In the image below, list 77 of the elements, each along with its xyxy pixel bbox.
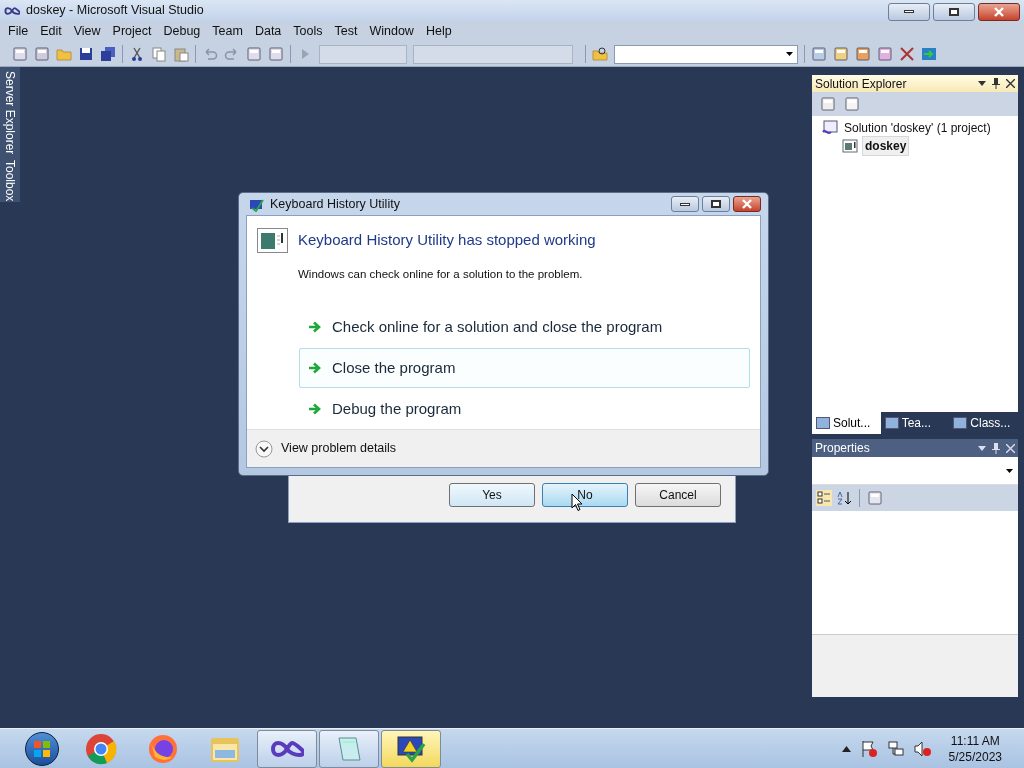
- solution-icon: [822, 120, 838, 136]
- start-page-icon[interactable]: [921, 46, 937, 62]
- browser-icon: [85, 732, 117, 765]
- close-button[interactable]: [733, 196, 761, 213]
- panel-tab[interactable]: Tea...: [880, 412, 950, 434]
- warning-monitor-icon: [395, 733, 427, 764]
- flag-error-icon[interactable]: [859, 739, 878, 758]
- find-folder-icon[interactable]: [592, 46, 608, 62]
- menu-item[interactable]: File: [2, 22, 35, 41]
- command-link[interactable]: Check online for a solution and close the program: [299, 307, 750, 347]
- panel-title: Properties: [815, 440, 870, 457]
- window-title: doskey - Microsoft Visual Studio: [26, 2, 204, 20]
- windows-logo-icon: [33, 739, 51, 758]
- panel-tab[interactable]: Class...: [949, 412, 1018, 434]
- menu-item[interactable]: Help: [419, 22, 458, 41]
- tree-item[interactable]: doskey: [862, 136, 910, 156]
- side-tab[interactable]: Server Explorer: [1, 71, 19, 155]
- program-window-icon: [257, 228, 288, 254]
- taskbar-button[interactable]: [257, 729, 317, 768]
- tree-item[interactable]: Solution 'doskey' (1 project): [842, 119, 993, 137]
- dialog-button[interactable]: Yes: [449, 483, 535, 507]
- copy-icon[interactable]: [151, 46, 167, 62]
- project-icon: [842, 139, 858, 153]
- minimize-button[interactable]: [888, 2, 930, 21]
- save-all-icon[interactable]: [100, 46, 116, 62]
- start-button[interactable]: [25, 731, 59, 766]
- menu-item[interactable]: Tools: [287, 22, 329, 41]
- taskbar-button[interactable]: [381, 729, 441, 768]
- side-tab[interactable]: Toolbox: [1, 160, 19, 202]
- dialog-button[interactable]: No: [542, 483, 628, 507]
- network-icon[interactable]: [886, 739, 905, 758]
- menu-item[interactable]: Debug: [157, 22, 207, 41]
- dialog-title: Keyboard History Utility: [270, 195, 400, 213]
- pin-icon[interactable]: [992, 78, 1000, 89]
- dialog-button[interactable]: Cancel: [635, 483, 721, 507]
- speaker-muted-icon[interactable]: [913, 739, 932, 758]
- arrow-icon: [308, 362, 322, 374]
- arrow-icon: [308, 321, 322, 333]
- menu-item[interactable]: View: [67, 22, 107, 41]
- minimize-button[interactable]: [671, 196, 699, 213]
- close-icon[interactable]: [1006, 79, 1015, 88]
- fox-browser-icon: [147, 732, 179, 765]
- infinity-icon: [4, 5, 20, 16]
- close-icon: [994, 6, 1004, 17]
- categorized-icon[interactable]: [816, 490, 832, 506]
- dropdown-caret-icon[interactable]: [978, 81, 986, 86]
- menu-item[interactable]: Project: [106, 22, 158, 41]
- command-link[interactable]: Close the program: [299, 348, 750, 388]
- panel-title: Solution Explorer: [815, 75, 907, 93]
- show-hidden-icons-icon[interactable]: [841, 745, 851, 752]
- save-icon[interactable]: [78, 46, 94, 62]
- close-icon: [742, 199, 752, 210]
- dropdown-caret-icon[interactable]: [978, 445, 986, 451]
- arrow-icon: [308, 403, 322, 415]
- find-combobox[interactable]: [614, 44, 798, 64]
- maximize-button[interactable]: [702, 196, 730, 213]
- error-message: Windows can check online for a solution to the problem.: [298, 266, 584, 282]
- command-link[interactable]: Debug the program: [299, 389, 750, 429]
- menu-item[interactable]: Data: [248, 22, 288, 41]
- details-toggle[interactable]: View problem details: [255, 439, 397, 458]
- infinity-icon: [270, 738, 304, 759]
- chevron-circle-icon: [255, 439, 273, 458]
- menu-item[interactable]: Team: [206, 22, 249, 41]
- dropdown-caret-icon: [786, 52, 793, 56]
- menu-item[interactable]: Test: [328, 22, 364, 41]
- error-heading: Keyboard History Utility has stopped working: [298, 230, 596, 251]
- menu-item[interactable]: Window: [363, 22, 420, 41]
- clock[interactable]: 11:11 AM 5/25/2023: [948, 732, 1002, 765]
- cut-icon[interactable]: [129, 46, 145, 62]
- paste-icon[interactable]: [173, 46, 189, 62]
- close-button[interactable]: [978, 2, 1020, 21]
- maximize-button[interactable]: [933, 2, 975, 21]
- sort-alphabetical-icon[interactable]: [836, 490, 852, 506]
- menu-item[interactable]: Edit: [34, 22, 68, 41]
- dropdown-caret-icon: [1006, 468, 1013, 473]
- panel-tab[interactable]: Solut...: [812, 412, 881, 434]
- tools-icon[interactable]: [899, 46, 915, 62]
